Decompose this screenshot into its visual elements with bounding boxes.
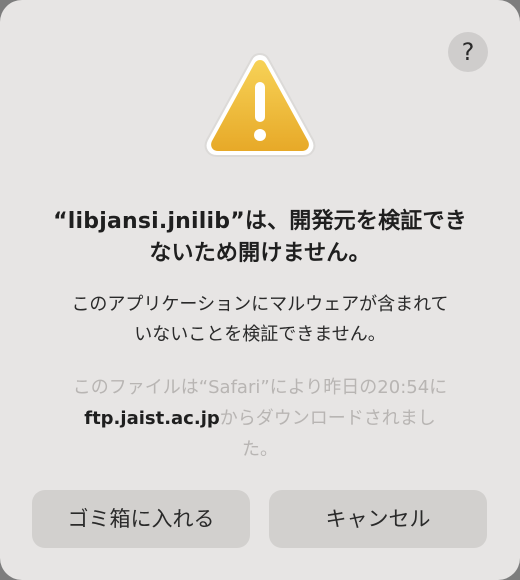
info-line-3: た。 [242,439,278,460]
help-icon: ? [461,38,475,66]
message-line-2: いないことを検証できません。 [134,324,386,345]
dialog-title: “libjansi.jnilib”は、開発元を検証でき ないため開けません。 [20,206,500,270]
info-line-1: このファイルは“Safari”により昨日の20:54に [72,377,448,398]
gatekeeper-dialog: ? “libjansi.jnilib”は、開発元を検証でき ないため開けません。… [0,0,520,580]
warning-triangle-icon [200,48,320,160]
dialog-message: このアプリケーションにマルウェアが含まれて いないことを検証できません。 [30,290,490,350]
title-line-2: ないため開けません。 [149,241,371,266]
help-button[interactable]: ? [448,32,488,72]
move-to-trash-button[interactable]: ゴミ箱に入れる [32,490,250,548]
download-info: このファイルは“Safari”により昨日の20:54に ftp.jaist.ac… [30,372,490,465]
cancel-button[interactable]: キャンセル [269,490,487,548]
info-line-2: ftp.jaist.ac.jpからダウンロードされまし [30,403,490,434]
download-host: ftp.jaist.ac.jp [84,408,220,429]
title-line-1: “libjansi.jnilib”は、開発元を検証でき [53,209,467,234]
message-line-1: このアプリケーションにマルウェアが含まれて [71,294,449,315]
info-line-2-rest: からダウンロードされまし [219,408,436,429]
